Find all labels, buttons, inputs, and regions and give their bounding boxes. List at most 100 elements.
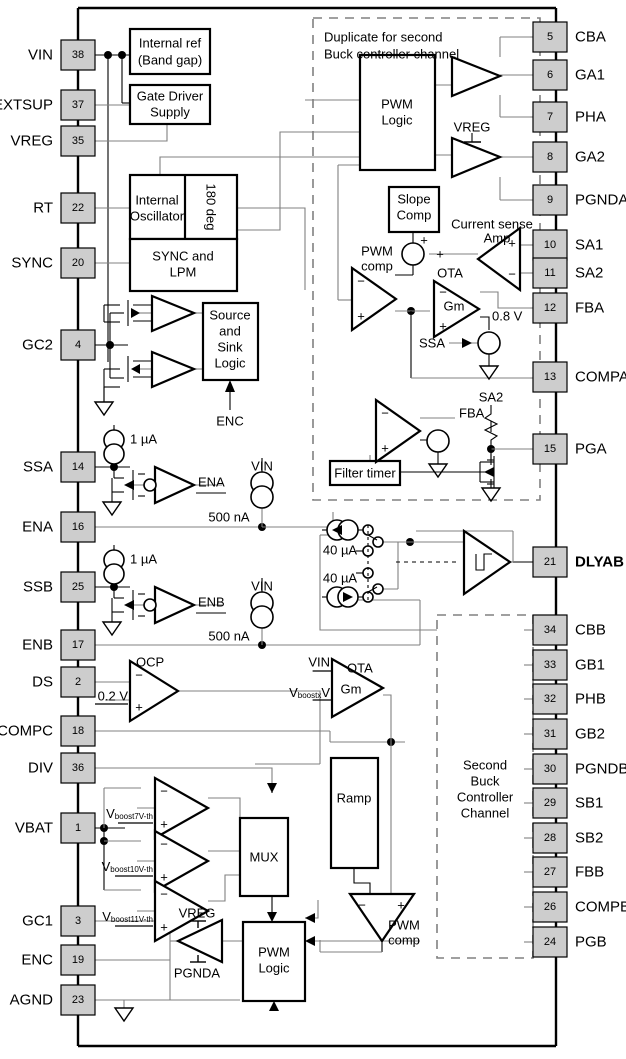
- pin-number: 33: [544, 659, 556, 671]
- current-source-ssb-1ua: 1 µA: [103, 545, 157, 585]
- gate-driver-line2: Supply: [150, 105, 190, 120]
- pin-extsup[interactable]: 37 EXTSUP: [0, 89, 96, 121]
- block-slope-comp: Slope Comp: [387, 185, 441, 234]
- pin-ena[interactable]: 16 ENA: [22, 511, 96, 543]
- pin-number: 25: [72, 581, 84, 593]
- pin-ssa[interactable]: 14 SSA: [23, 451, 96, 483]
- block-internal-ref: Internal ref (Band gap): [128, 27, 212, 76]
- pin-compc[interactable]: 18 COMPC: [0, 715, 96, 747]
- pin-phb[interactable]: 32 PHB: [532, 683, 606, 715]
- pin-gb1[interactable]: 33 GB1: [532, 649, 605, 681]
- pin-label: GC2: [22, 337, 53, 354]
- pin-label: EXTSUP: [0, 97, 53, 114]
- ota-a-label: OTA: [437, 266, 463, 281]
- pin-number: 24: [544, 936, 556, 948]
- pin-label: SA2: [575, 265, 603, 282]
- second-channel-line4: Channel: [461, 806, 510, 821]
- comparator-pwm-c: − + PWM comp: [347, 892, 420, 948]
- pin-number: 7: [547, 111, 553, 123]
- pin-sa1[interactable]: 10 SA1: [532, 229, 603, 261]
- switch-bank-dlyab: [356, 524, 458, 603]
- block-internal-oscillator: Internal Oscillator 180 deg: [128, 173, 239, 241]
- pwm-logic-c-line2: Logic: [258, 961, 290, 976]
- pin-pgb[interactable]: 24 PGB: [532, 926, 607, 958]
- pin-sync[interactable]: 20 SYNC: [11, 247, 96, 279]
- vb7-minus-sign: −: [160, 784, 168, 799]
- pwm-comp-a-line2: comp: [361, 259, 393, 274]
- cs-minus-sign: −: [508, 267, 516, 282]
- pin-vin[interactable]: 38 VIN: [28, 39, 96, 71]
- pin-number: 16: [72, 521, 84, 533]
- enb-label: ENB: [198, 595, 225, 610]
- vb10-minus-sign: −: [160, 837, 168, 852]
- pin-fba[interactable]: 12 FBA: [532, 292, 604, 324]
- current-source-dlyab-40ua-top: 40 µA: [322, 519, 363, 558]
- pin-vbat[interactable]: 1 VBAT: [15, 812, 96, 844]
- block-sync-lpm: SYNC and LPM: [128, 237, 239, 293]
- slope-comp-line2: Comp: [397, 208, 432, 223]
- pin-gc1[interactable]: 3 GC1: [22, 905, 96, 937]
- internal-ref-line2: (Band gap): [138, 53, 202, 68]
- pin-ga2[interactable]: 8 GA2: [532, 141, 605, 173]
- pin-ds[interactable]: 2 DS: [32, 666, 96, 698]
- pin-rt[interactable]: 22 RT: [33, 192, 96, 224]
- source-sink-line4: Logic: [214, 356, 246, 371]
- pin-cbb[interactable]: 34 CBB: [532, 614, 606, 646]
- pin-pha[interactable]: 7 PHA: [532, 101, 606, 133]
- pin-sa2[interactable]: 11 SA2: [532, 257, 603, 289]
- pin-label: CBA: [575, 29, 606, 46]
- pin-number: 34: [544, 624, 556, 636]
- pin-enc[interactable]: 19 ENC: [21, 944, 96, 976]
- driver-source-top: [150, 294, 197, 333]
- vreg-ga2-label: VREG: [454, 120, 491, 135]
- pin-label: PGNDA: [575, 192, 626, 209]
- block-mux: MUX: [238, 783, 290, 922]
- pwm-comp-a-line1: PWM: [361, 244, 393, 259]
- pin-label: DS: [32, 674, 53, 691]
- pin-gb2[interactable]: 31 GB2: [532, 718, 605, 750]
- current-sense-line2: Amp: [484, 231, 511, 246]
- comparator-ocp: − + OCP 0.2 V: [95, 655, 181, 723]
- pin-ga1[interactable]: 6 GA1: [532, 59, 605, 91]
- pin-sb1[interactable]: 29 SB1: [532, 787, 603, 819]
- pin-number: 21: [544, 556, 556, 568]
- mux-label: MUX: [250, 850, 279, 865]
- pin-number: 12: [544, 302, 556, 314]
- driver-ga1: [450, 55, 503, 98]
- pin-number: 31: [544, 728, 556, 740]
- pin-pgnda[interactable]: 9 PGNDA: [532, 184, 626, 216]
- internal-ref-line1: Internal ref: [139, 36, 202, 51]
- pin-vreg[interactable]: 35 VREG: [10, 125, 96, 157]
- pin-label: FBB: [575, 864, 604, 881]
- internal-osc-line1: Internal: [135, 193, 178, 208]
- pin-number: 37: [72, 99, 84, 111]
- pin-pgndb[interactable]: 30 PGNDB: [532, 753, 626, 785]
- ssa-label: SSA: [419, 336, 445, 351]
- pin-label: PGNDB: [575, 761, 626, 778]
- current-sense-line1: Current sense: [451, 217, 533, 232]
- pin-label: VIN: [28, 47, 53, 64]
- pin-label: COMPC: [0, 723, 53, 740]
- block-source-sink-logic: Source and Sink Logic ENC: [201, 301, 260, 429]
- pin-compb[interactable]: 26 COMPB: [532, 891, 626, 923]
- pgnda-gc1-label: PGNDA: [174, 966, 221, 981]
- pin-label: SB1: [575, 795, 603, 812]
- block-ramp: Ramp: [329, 756, 380, 870]
- pin-label: PGA: [575, 441, 607, 458]
- buffer-ena: ENA: [143, 465, 226, 505]
- pin-sb2[interactable]: 28 SB2: [532, 822, 603, 854]
- pin-cba[interactable]: 5 CBA: [532, 21, 606, 53]
- pin-ssb[interactable]: 25 SSB: [23, 571, 96, 603]
- pin-label: AGND: [10, 992, 54, 1009]
- pin-pga[interactable]: 15 PGA: [532, 433, 607, 465]
- pin-gc2[interactable]: 4 GC2: [22, 329, 96, 361]
- pin-div[interactable]: 36 DIV: [28, 752, 96, 784]
- pin-enb[interactable]: 17 ENB: [22, 629, 96, 661]
- pin-dlyab[interactable]: 21 DLYAB: [532, 546, 624, 578]
- pin-agnd[interactable]: 23 AGND: [10, 984, 96, 1016]
- block-gate-driver-supply: Gate Driver Supply: [128, 83, 212, 126]
- pin-compa[interactable]: 13 COMPA: [532, 361, 626, 393]
- block-pwm-logic-a: PWM Logic: [358, 53, 437, 172]
- right-pin-group: 5 CBA 6 GA1 7 PHA 8 GA2 9 PGNDA 10 SA1 11 SA2 12 FBA 13 C…: [532, 21, 626, 958]
- pin-fbb[interactable]: 27 FBB: [532, 856, 604, 888]
